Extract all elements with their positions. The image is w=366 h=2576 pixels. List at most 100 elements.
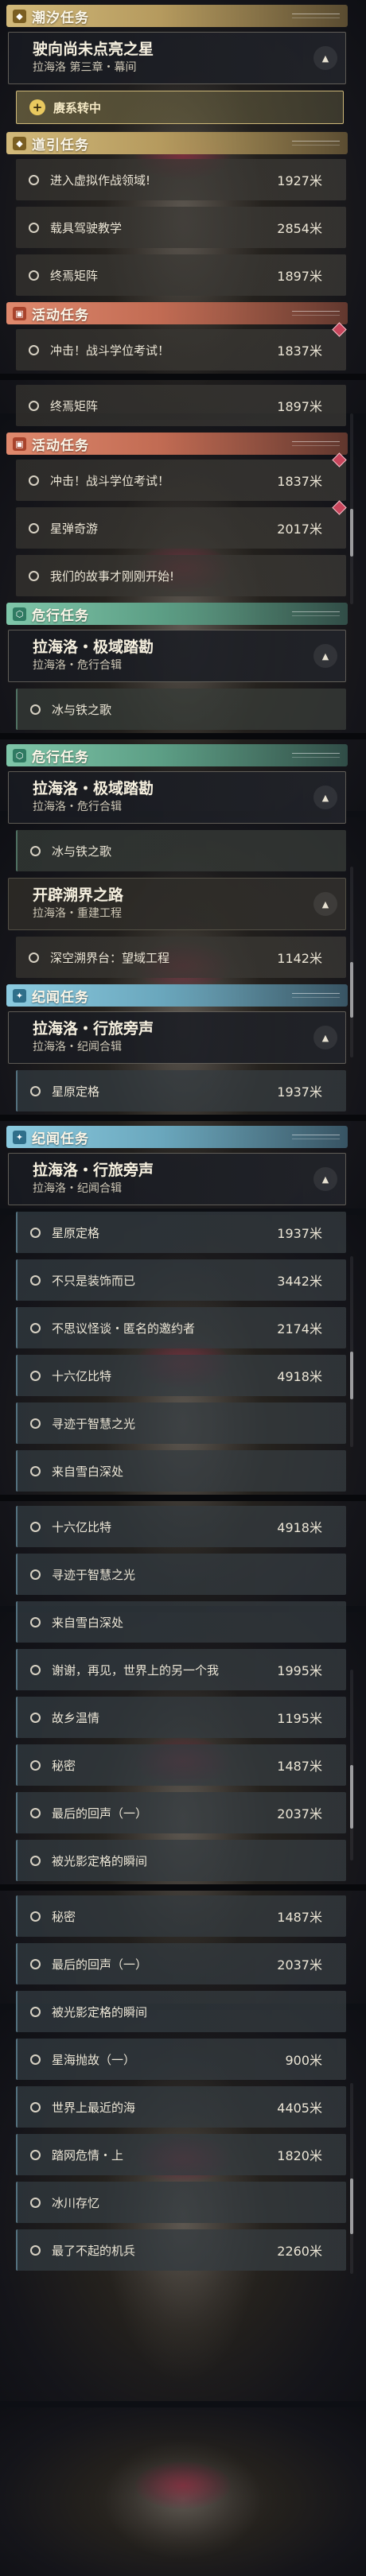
mission-item[interactable]: 秘密 1487米 [16, 1744, 346, 1786]
section-header[interactable]: ✦ 纪闻任务 [6, 984, 348, 1007]
chevron-up-icon[interactable]: ▲ [313, 1026, 337, 1049]
mission-item[interactable]: 故乡温情 1195米 [16, 1697, 346, 1738]
mission-item[interactable]: 载具驾驶教学 2854米 [16, 207, 346, 248]
mission-item[interactable]: 世界上最近的海 4405米 [16, 2086, 346, 2128]
mission-distance: 4918米 [277, 1369, 322, 1384]
mission-item[interactable]: 冲击！战斗学位考试！ 1837米 [16, 322, 347, 370]
mission-item[interactable]: 冰与铁之歌 [16, 689, 346, 730]
mission-group-card[interactable]: 拉海洛・行旅旁声 拉海洛・纪闻合辑 ▲ [8, 1153, 346, 1205]
scrollbar-thumb[interactable] [350, 1765, 353, 1829]
mission-item[interactable]: 来自雪白深处 [16, 1601, 346, 1643]
chevron-up-icon[interactable]: ▲ [313, 786, 337, 809]
calendar-icon: ▣ [13, 436, 26, 451]
mission-item[interactable]: 冲击！战斗学位考试！ 1837米 [16, 452, 347, 501]
mission-distance: 1195米 [277, 1711, 322, 1726]
scrollbar[interactable] [350, 1256, 353, 1447]
scrollbar[interactable] [350, 413, 353, 604]
chevron-up-icon[interactable]: ▲ [313, 892, 337, 916]
shield-icon: ⬡ [13, 607, 26, 621]
mission-item[interactable]: 终焉矩阵 1897米 [16, 254, 346, 296]
mission-name: 星弹奇游 [50, 521, 99, 536]
circle-marker-icon [30, 1855, 41, 1866]
mission-name: 秘密 [52, 1909, 76, 1924]
circle-marker-icon [29, 570, 39, 581]
mission-distance: 2174米 [277, 1321, 322, 1336]
mission-item[interactable]: 冰川存忆 [16, 2182, 346, 2223]
scrollbar[interactable] [350, 867, 353, 1057]
header-decoration [292, 441, 340, 446]
mission-item[interactable]: 被光影定格的瞬间 [16, 1840, 346, 1881]
circle-marker-icon [30, 1616, 41, 1627]
mission-distance: 1937米 [277, 1084, 322, 1100]
mission-item[interactable]: 被光影定格的瞬间 [16, 1991, 346, 2032]
circle-marker-icon [29, 522, 39, 533]
mission-item[interactable]: 谢谢，再见，世界上的另一个我 1995米 [16, 1649, 346, 1690]
scrollbar-thumb[interactable] [350, 2178, 353, 2234]
mission-item[interactable]: 秘密 1487米 [16, 1895, 346, 1937]
mission-item[interactable]: 踏网危情・上 1820米 [16, 2134, 346, 2175]
mission-item[interactable]: 寻迹于智慧之光 [16, 1402, 346, 1444]
mission-item[interactable]: 寻迹于智慧之光 [16, 1554, 346, 1595]
circle-marker-icon [30, 845, 41, 856]
section-title: 危行任务 [32, 607, 89, 624]
mission-item[interactable]: 终焉矩阵 1897米 [16, 385, 346, 426]
mission-group-card[interactable]: 拉海洛・极域踏勘 拉海洛・危行合辑 ▲ [8, 771, 346, 824]
mission-group-title: 拉海洛・行旅旁声 [33, 1020, 154, 1038]
scrollbar-thumb[interactable] [350, 962, 353, 1018]
mission-item[interactable]: 十六亿比特 4918米 [16, 1506, 346, 1547]
mission-item[interactable]: 进入虚拟作战领域! 1927米 [16, 159, 346, 200]
mission-name: 最后的回声（一） [52, 1957, 148, 1972]
mission-group-card[interactable]: 驶向尚未点亮之星 拉海洛 第三章・幕间 ▲ [8, 32, 346, 84]
mission-item[interactable]: 星弹奇游 2017米 [16, 500, 347, 549]
scrollbar[interactable] [350, 2083, 353, 2274]
mission-item[interactable]: 最了不起的机兵 2260米 [16, 2229, 346, 2271]
section-header[interactable]: ▣ 活动任务 [6, 302, 348, 324]
mission-name: 深空溯界台：望域工程 [50, 950, 170, 965]
circle-marker-icon [30, 2244, 41, 2256]
scrollbar[interactable] [350, 1670, 353, 1860]
star-icon: ✦ [13, 988, 26, 1003]
mission-distance: 4918米 [277, 1520, 322, 1535]
mission-item[interactable]: 星原定格 1937米 [16, 1070, 346, 1111]
mission-item[interactable]: 冰与铁之歌 [16, 830, 346, 871]
mission-distance: 1487米 [277, 1759, 322, 1774]
mission-name: 十六亿比特 [52, 1368, 112, 1383]
mission-name: 来自雪白深处 [52, 1464, 124, 1479]
section-header[interactable]: ⬡ 危行任务 [6, 603, 348, 625]
header-decoration [292, 611, 340, 616]
mission-group-card[interactable]: 拉海洛・行旅旁声 拉海洛・纪闻合辑 ▲ [8, 1011, 346, 1064]
mission-name: 来自雪白深处 [52, 1615, 124, 1630]
tracking-button[interactable]: + 赓系转中 [16, 91, 344, 124]
mission-item[interactable]: 十六亿比特 4918米 [16, 1355, 346, 1396]
scrollbar-thumb[interactable] [350, 1352, 353, 1399]
mission-name: 踏网危情・上 [52, 2147, 124, 2163]
scrollbar-thumb[interactable] [350, 509, 353, 557]
mission-distance: 1897米 [277, 269, 322, 284]
mission-distance: 2037米 [277, 1957, 322, 1973]
circle-marker-icon [30, 1227, 41, 1238]
mission-distance: 2037米 [277, 1806, 322, 1821]
section-header[interactable]: ⬡ 危行任务 [6, 744, 348, 766]
chevron-up-icon[interactable]: ▲ [313, 1167, 337, 1191]
mission-group-card[interactable]: 拉海洛・极域踏勘 拉海洛・危行合辑 ▲ [8, 630, 346, 682]
mission-item[interactable]: 来自雪白深处 [16, 1450, 346, 1492]
mission-item[interactable]: 星海抛故（一） 900米 [16, 2039, 346, 2080]
circle-marker-icon [30, 1274, 41, 1286]
mission-item[interactable]: 深空溯界台：望域工程 1142米 [16, 937, 346, 978]
mission-item[interactable]: 星原定格 1937米 [16, 1212, 346, 1253]
header-decoration [292, 993, 340, 998]
section-header[interactable]: ◆ 潮汐任务 [6, 5, 348, 27]
mission-group-card[interactable]: 开辟溯界之路 拉海洛・重建工程 ▲ [8, 878, 346, 930]
mission-name: 最后的回声（一） [52, 1806, 148, 1821]
mission-item[interactable]: 不思议怪谈・匿名的邀约者 2174米 [16, 1307, 346, 1348]
section-header[interactable]: ✦ 纪闻任务 [6, 1126, 348, 1148]
section-separator [0, 1884, 366, 1891]
section-header[interactable]: ▣ 活动任务 [6, 433, 348, 455]
chevron-up-icon[interactable]: ▲ [313, 46, 337, 70]
mission-item[interactable]: 不只是装饰而已 3442米 [16, 1259, 346, 1301]
mission-item[interactable]: 最后的回声（一） 2037米 [16, 1792, 346, 1833]
mission-item[interactable]: 我们的故事才刚刚开始! [16, 555, 346, 596]
mission-item[interactable]: 最后的回声（一） 2037米 [16, 1943, 346, 1984]
chevron-up-icon[interactable]: ▲ [313, 644, 337, 668]
section-header[interactable]: ◆ 道引任务 [6, 132, 348, 154]
